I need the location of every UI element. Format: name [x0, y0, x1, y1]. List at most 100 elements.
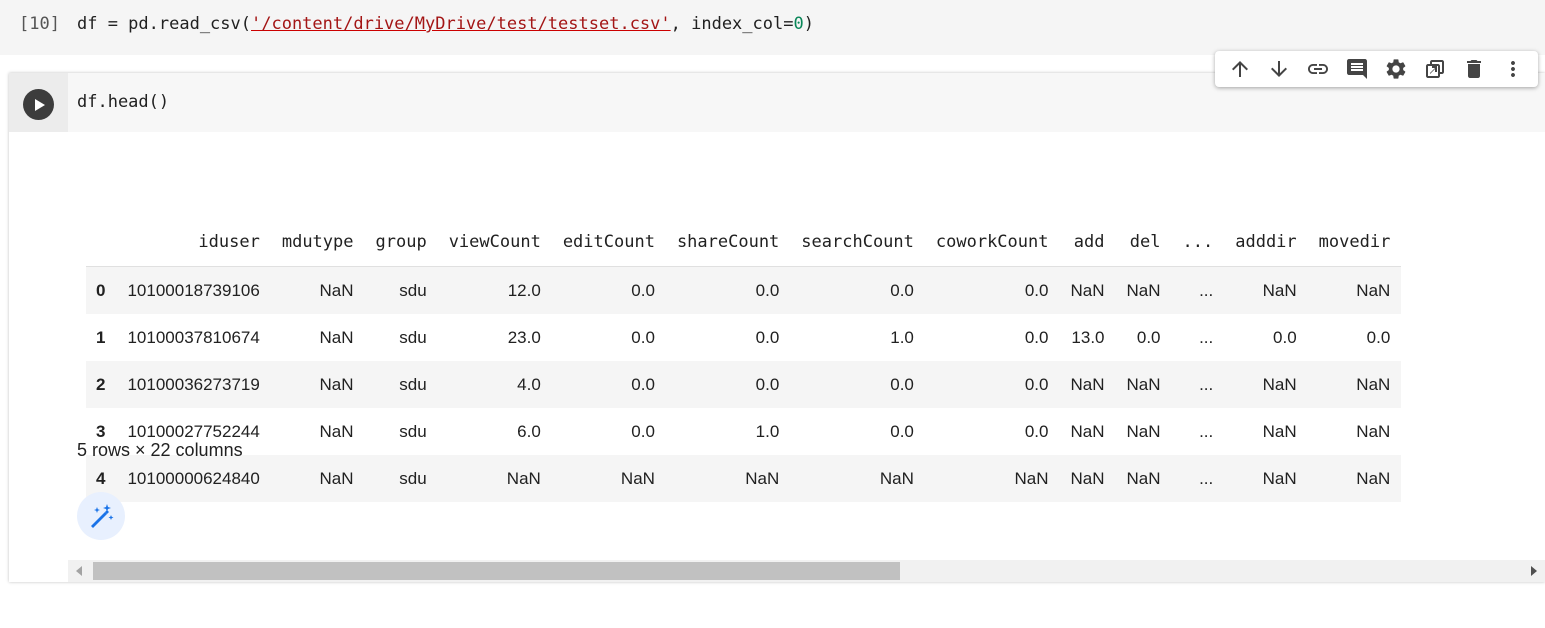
table-cell: 0.0 [1273, 327, 1297, 347]
table-cell: ... [1199, 280, 1214, 300]
column-header: searchCount [790, 218, 925, 267]
table-cell: 10100000624840 [127, 468, 260, 488]
table-cell: 0.0 [1136, 327, 1161, 347]
table-cell: 0.0 [890, 374, 914, 394]
table-cell: NaN [319, 327, 354, 347]
column-header: group [364, 218, 438, 267]
add-comment-button[interactable] [1342, 54, 1372, 84]
dataframe-shape: 5 rows × 22 columns [77, 440, 243, 460]
table-cell: 0.0 [631, 327, 655, 347]
gear-icon [1386, 59, 1406, 79]
cell-toolbar [1215, 51, 1538, 87]
table-cell: NaN [1014, 468, 1049, 488]
comment-icon [1347, 59, 1368, 79]
table-cell: NaN [1356, 280, 1391, 300]
table-cell: NaN [319, 280, 354, 300]
horizontal-scrollbar[interactable] [68, 560, 1545, 582]
column-header: viewCount [437, 218, 552, 267]
code-text: ) [803, 14, 814, 34]
table-cell: NaN [1126, 468, 1161, 488]
link-icon [1308, 64, 1329, 74]
column-header: del [1115, 218, 1172, 267]
table-cell: ... [1199, 468, 1214, 488]
chevron-right-icon [1531, 566, 1537, 576]
table-cell: 12.0 [507, 280, 541, 300]
table-cell: NaN [319, 468, 354, 488]
column-header: iduser [116, 218, 271, 267]
execution-count: [10] [19, 14, 60, 34]
table-header-row: iduser mdutype group viewCount editCount… [86, 218, 1402, 267]
table-cell: 1.0 [755, 421, 780, 441]
play-icon [34, 98, 45, 111]
table-cell: sdu [399, 468, 427, 488]
column-header: mdutype [270, 218, 365, 267]
table-row: 3 10100027752244 NaN sdu 6.0 0.0 1.0 0.0… [86, 408, 1401, 455]
table-cell: 10100018739106 [127, 280, 260, 300]
move-cell-down-button[interactable] [1264, 54, 1294, 84]
column-header: editCount [551, 218, 666, 267]
table-cell: NaN [506, 468, 541, 488]
cell-settings-button[interactable] [1381, 54, 1411, 84]
trash-icon [1466, 60, 1481, 78]
table-cell: 0.0 [755, 374, 780, 394]
table-cell: 0.0 [631, 280, 655, 300]
table-cell: NaN [1070, 374, 1105, 394]
mirror-cell-button[interactable] [1420, 54, 1450, 84]
table-row: 0 10100018739106 NaN sdu 12.0 0.0 0.0 0.… [86, 266, 1402, 314]
scrollbar-thumb[interactable] [93, 562, 900, 580]
code-text: , index_col= [670, 14, 794, 34]
delete-cell-button[interactable] [1459, 54, 1489, 84]
row-index: 1 [96, 327, 106, 347]
table-cell: NaN [319, 421, 354, 441]
table-cell: 0.0 [1024, 280, 1049, 300]
copy-link-button[interactable] [1303, 54, 1333, 84]
table-cell: sdu [399, 374, 427, 394]
table-cell: NaN [620, 468, 655, 488]
table-cell: sdu [399, 421, 427, 441]
table-cell: 0.0 [1024, 421, 1049, 441]
table-cell: 0.0 [890, 280, 914, 300]
arrow-down-icon [1271, 61, 1288, 77]
table-cell: NaN [1262, 280, 1297, 300]
dataframe-table: iduser mdutype group viewCount editCount… [86, 218, 1402, 502]
table-cell: 10100037810674 [127, 327, 260, 347]
move-cell-up-button[interactable] [1225, 54, 1255, 84]
table-cell: NaN [1356, 374, 1391, 394]
table-cell: NaN [1356, 468, 1391, 488]
previous-cell-code[interactable]: df = pd.read_csv('/content/drive/MyDrive… [77, 14, 814, 34]
code-number-literal: 0 [793, 14, 804, 34]
table-cell: 0.0 [1366, 327, 1391, 347]
table-cell: 10100036273719 [127, 374, 260, 394]
previous-code-cell[interactable]: [10] df = pd.read_csv('/content/drive/My… [0, 0, 1545, 55]
table-cell: NaN [1262, 374, 1297, 394]
table-cell: 0.0 [631, 421, 655, 441]
column-header: adddir [1224, 218, 1308, 267]
scroll-left-button[interactable] [68, 560, 90, 582]
table-cell: 0.0 [890, 421, 914, 441]
table-cell: 0.0 [755, 327, 780, 347]
arrow-up-icon [1232, 61, 1249, 77]
table-cell: 23.0 [507, 327, 541, 347]
table-cell: sdu [399, 280, 427, 300]
table-cell: ... [1199, 327, 1214, 347]
table-row: 1 10100037810674 NaN sdu 23.0 0.0 0.0 1.… [86, 314, 1401, 361]
column-header: coworkCount [924, 218, 1060, 267]
more-actions-button[interactable] [1498, 54, 1528, 84]
table-cell: 6.0 [517, 421, 541, 441]
run-cell-button[interactable] [23, 89, 54, 120]
magic-wand-icon [91, 504, 114, 528]
table-cell: 0.0 [1024, 327, 1049, 347]
table-cell: NaN [319, 374, 354, 394]
column-header: ... [1171, 218, 1225, 267]
table-cell: ... [1199, 421, 1214, 441]
scroll-right-button[interactable] [1523, 560, 1545, 582]
table-cell: NaN [1070, 280, 1105, 300]
active-code-cell[interactable]: df.head() iduser mdutype group viewCount… [9, 73, 1545, 582]
table-cell: NaN [1126, 421, 1161, 441]
data-suggestion-button[interactable] [77, 492, 125, 540]
table-cell: 0.0 [1024, 374, 1049, 394]
cell-gutter [9, 73, 68, 132]
row-index: 0 [96, 280, 106, 300]
table-cell: 0.0 [755, 280, 780, 300]
column-header: movedir [1307, 218, 1402, 267]
